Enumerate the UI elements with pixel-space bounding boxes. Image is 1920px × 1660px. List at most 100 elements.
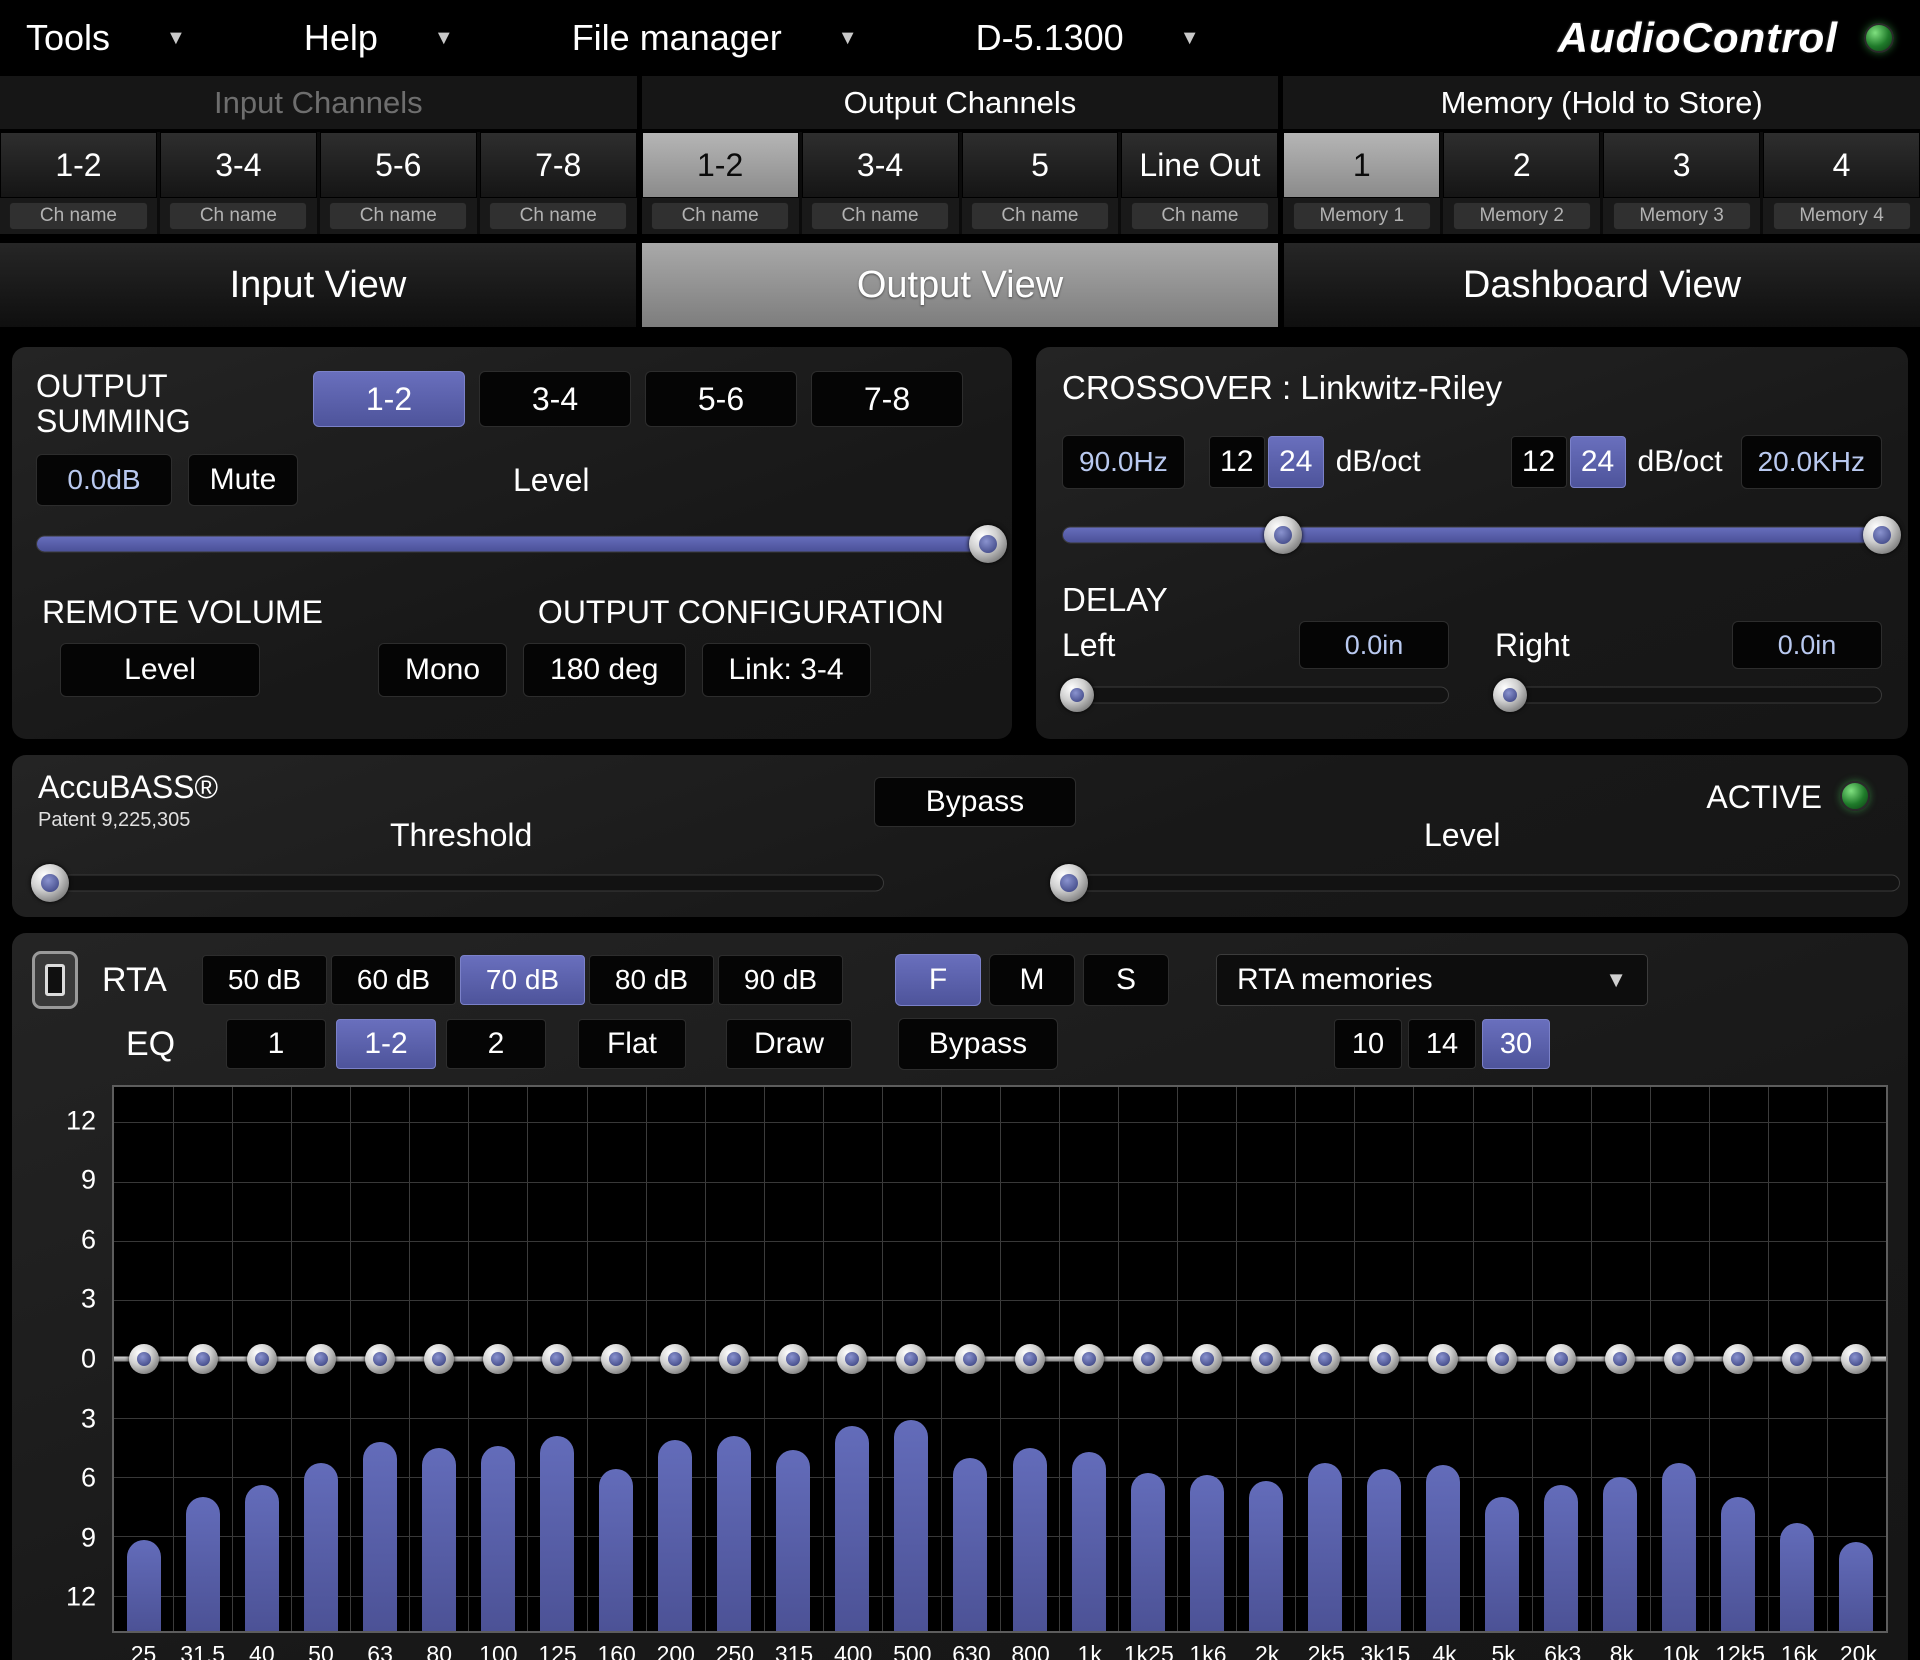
lp-frequency-value[interactable]: 20.0KHz xyxy=(1741,435,1882,489)
input-channel-5-6-name[interactable]: Ch name xyxy=(329,202,467,230)
menu-help[interactable]: Help ▼ xyxy=(304,17,454,59)
input-channel-7-8-name[interactable]: Ch name xyxy=(489,202,627,230)
eq-bypass-button[interactable]: Bypass xyxy=(898,1018,1058,1070)
crossover-hp-knob[interactable] xyxy=(1264,516,1302,554)
eq-band-handle[interactable] xyxy=(1015,1344,1045,1374)
summing-pair-1-2-button[interactable]: 1-2 xyxy=(313,371,465,427)
eq-band-handle[interactable] xyxy=(1841,1344,1871,1374)
eq-band-handle[interactable] xyxy=(896,1344,926,1374)
tab-output-view[interactable]: Output View xyxy=(642,243,1278,327)
output-channel-1-2[interactable]: 1-2 xyxy=(642,132,799,198)
delay-right-knob[interactable] xyxy=(1493,678,1527,712)
eq-band-handle[interactable] xyxy=(424,1344,454,1374)
hp-slope-12-button[interactable]: 12 xyxy=(1209,436,1265,488)
rta-range-50db-button[interactable]: 50 dB xyxy=(202,955,327,1005)
eq-bands-10-button[interactable]: 10 xyxy=(1334,1019,1402,1069)
eq-band-handle[interactable] xyxy=(719,1344,749,1374)
rta-range-90db-button[interactable]: 90 dB xyxy=(718,955,843,1005)
link-3-4-button[interactable]: Link: 3-4 xyxy=(702,643,871,697)
rta-range-70db-button[interactable]: 70 dB xyxy=(460,955,585,1005)
eq-channel-2-button[interactable]: 2 xyxy=(446,1019,546,1069)
memory-2-name[interactable]: Memory 2 xyxy=(1453,202,1591,230)
eq-band-handle[interactable] xyxy=(1074,1344,1104,1374)
eq-band-handle[interactable] xyxy=(601,1344,631,1374)
input-channel-1-2-name[interactable]: Ch name xyxy=(9,202,147,230)
accubass-bypass-button[interactable]: Bypass xyxy=(874,777,1076,827)
eq-band-handle[interactable] xyxy=(1428,1344,1458,1374)
phone-device-button[interactable] xyxy=(32,951,78,1009)
input-channel-3-4-name[interactable]: Ch name xyxy=(169,202,307,230)
menu-file-manager[interactable]: File manager ▼ xyxy=(572,17,858,59)
memory-3-button[interactable]: 3 xyxy=(1603,132,1760,198)
eq-band-handle[interactable] xyxy=(365,1344,395,1374)
summing-gain-value[interactable]: 0.0dB xyxy=(36,454,172,506)
memory-2-button[interactable]: 2 xyxy=(1443,132,1600,198)
output-channel-5-name[interactable]: Ch name xyxy=(971,202,1109,230)
memory-1-name[interactable]: Memory 1 xyxy=(1293,202,1431,230)
rta-memories-dropdown[interactable]: RTA memories ▼ xyxy=(1216,954,1648,1006)
accubass-level-slider[interactable] xyxy=(1052,859,1900,907)
input-channel-3-4[interactable]: 3-4 xyxy=(160,132,317,198)
eq-band-handle[interactable] xyxy=(483,1344,513,1374)
summing-level-knob[interactable] xyxy=(969,525,1007,563)
eq-bands-14-button[interactable]: 14 xyxy=(1408,1019,1476,1069)
output-channel-line-out-name[interactable]: Ch name xyxy=(1131,202,1269,230)
eq-bands-30-button[interactable]: 30 xyxy=(1482,1019,1550,1069)
rta-speed-slow-button[interactable]: S xyxy=(1083,954,1169,1006)
lp-slope-24-button[interactable]: 24 xyxy=(1570,436,1626,488)
rta-speed-fast-button[interactable]: F xyxy=(895,954,981,1006)
summing-level-slider[interactable] xyxy=(36,520,988,568)
delay-right-slider[interactable] xyxy=(1495,673,1882,717)
output-channel-line-out[interactable]: Line Out xyxy=(1121,132,1278,198)
eq-band-handle[interactable] xyxy=(306,1344,336,1374)
memory-1-button[interactable]: 1 xyxy=(1283,132,1440,198)
crossover-lp-knob[interactable] xyxy=(1863,516,1901,554)
memory-4-name[interactable]: Memory 4 xyxy=(1773,202,1911,230)
tab-dashboard-view[interactable]: Dashboard View xyxy=(1284,243,1920,327)
summing-pair-3-4-button[interactable]: 3-4 xyxy=(479,371,631,427)
accubass-threshold-knob[interactable] xyxy=(31,864,69,902)
rta-range-80db-button[interactable]: 80 dB xyxy=(589,955,714,1005)
delay-left-value[interactable]: 0.0in xyxy=(1299,621,1449,669)
eq-band-handle[interactable] xyxy=(1605,1344,1635,1374)
output-channel-1-2-name[interactable]: Ch name xyxy=(651,202,789,230)
remote-volume-level-button[interactable]: Level xyxy=(60,643,260,697)
eq-band-handle[interactable] xyxy=(247,1344,277,1374)
eq-band-handle[interactable] xyxy=(837,1344,867,1374)
eq-band-handle[interactable] xyxy=(1782,1344,1812,1374)
eq-band-handle[interactable] xyxy=(1723,1344,1753,1374)
rta-range-60db-button[interactable]: 60 dB xyxy=(331,955,456,1005)
mute-button[interactable]: Mute xyxy=(188,454,298,506)
eq-band-handle[interactable] xyxy=(542,1344,572,1374)
output-channel-5[interactable]: 5 xyxy=(962,132,1119,198)
input-channel-7-8[interactable]: 7-8 xyxy=(480,132,637,198)
eq-band-handle[interactable] xyxy=(778,1344,808,1374)
eq-band-handle[interactable] xyxy=(1664,1344,1694,1374)
eq-band-handle[interactable] xyxy=(188,1344,218,1374)
eq-band-handle[interactable] xyxy=(1133,1344,1163,1374)
summing-pair-5-6-button[interactable]: 5-6 xyxy=(645,371,797,427)
summing-pair-7-8-button[interactable]: 7-8 xyxy=(811,371,963,427)
eq-band-handle[interactable] xyxy=(1487,1344,1517,1374)
eq-band-handle[interactable] xyxy=(1546,1344,1576,1374)
eq-band-handle[interactable] xyxy=(1369,1344,1399,1374)
rta-speed-medium-button[interactable]: M xyxy=(989,954,1075,1006)
mono-button[interactable]: Mono xyxy=(378,643,507,697)
memory-3-name[interactable]: Memory 3 xyxy=(1613,202,1751,230)
input-channel-5-6[interactable]: 5-6 xyxy=(320,132,477,198)
menu-device-select[interactable]: D-5.1300 ▼ xyxy=(976,17,1200,59)
menu-tools[interactable]: Tools ▼ xyxy=(26,17,186,59)
eq-band-handle[interactable] xyxy=(955,1344,985,1374)
eq-band-handle[interactable] xyxy=(1251,1344,1281,1374)
eq-band-handle[interactable] xyxy=(129,1344,159,1374)
crossover-slider[interactable] xyxy=(1062,511,1882,559)
accubass-threshold-slider[interactable] xyxy=(40,859,884,907)
accubass-level-knob[interactable] xyxy=(1050,864,1088,902)
eq-draw-button[interactable]: Draw xyxy=(726,1019,852,1069)
output-channel-3-4[interactable]: 3-4 xyxy=(802,132,959,198)
eq-band-handle[interactable] xyxy=(660,1344,690,1374)
lp-slope-12-button[interactable]: 12 xyxy=(1511,436,1567,488)
eq-band-handle[interactable] xyxy=(1192,1344,1222,1374)
delay-left-slider[interactable] xyxy=(1062,673,1449,717)
eq-plot[interactable] xyxy=(112,1085,1888,1633)
